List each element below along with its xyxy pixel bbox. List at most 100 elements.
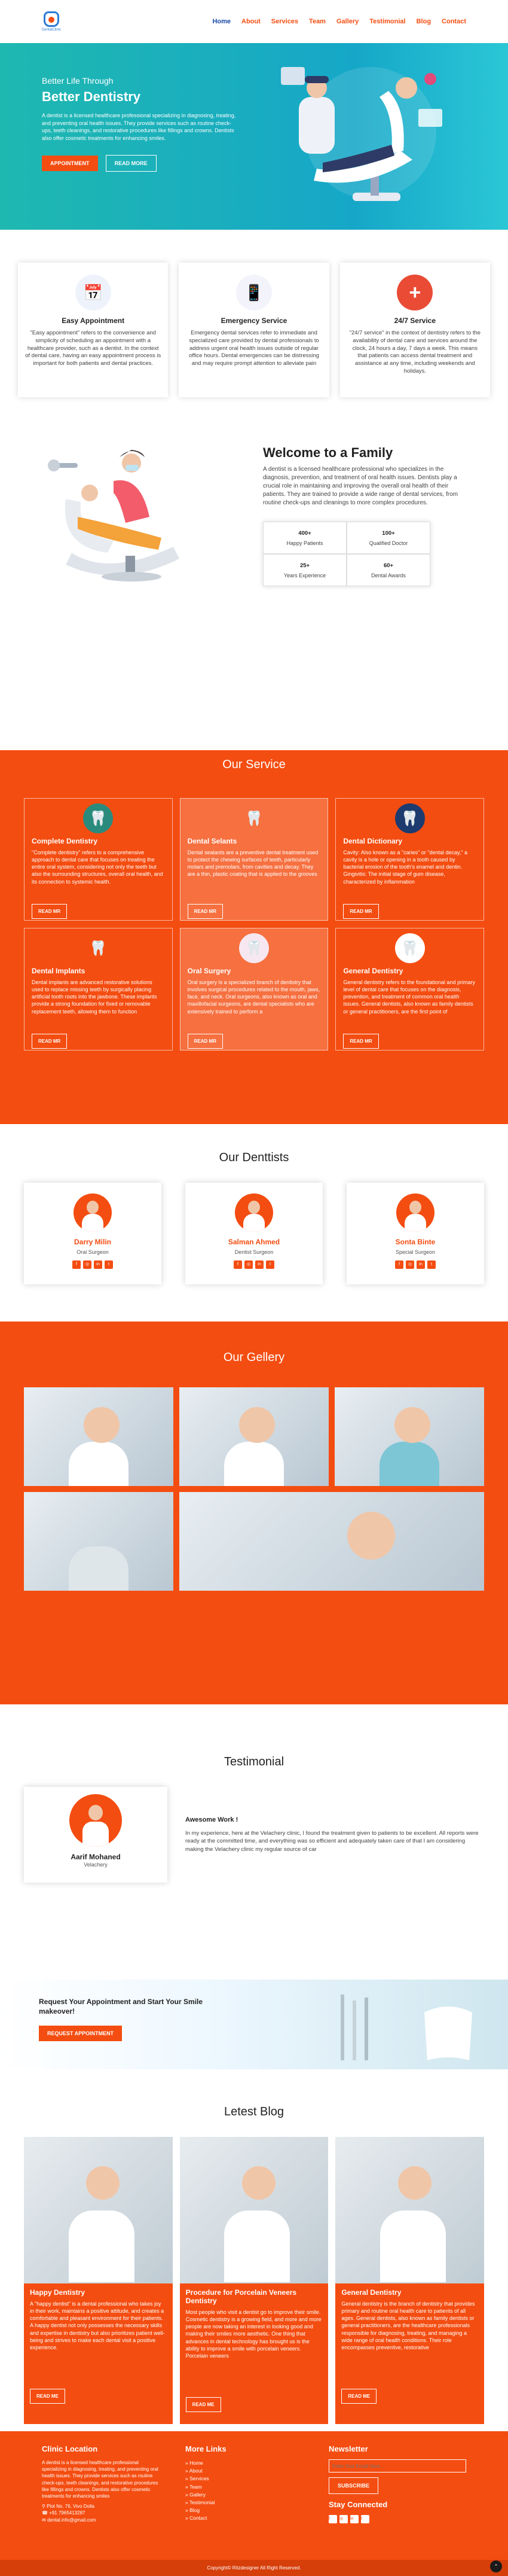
facebook-icon[interactable]: f [234, 1260, 242, 1269]
calendar-icon: 📅 [75, 275, 111, 310]
newsletter-email-input[interactable] [329, 2459, 466, 2473]
navbar: DentalClinic Home About Services Team Ga… [0, 0, 508, 43]
brand-logo[interactable]: DentalClinic [42, 11, 61, 32]
service-card-title: General Dentistry [343, 967, 403, 975]
appointment-text: Request Your Appointment and Start Your … [39, 1998, 203, 2015]
service-card-title: Dental Dictionary [343, 837, 403, 845]
read-more-button[interactable]: READ MR [32, 1034, 68, 1049]
read-more-button[interactable]: READ MR [187, 1034, 223, 1049]
dentist-name: Darry Milin [74, 1238, 111, 1246]
tooth-dictionary-icon: 🦷 [394, 803, 425, 833]
features-section: 📅 Easy Appointment "Easy appointment" re… [0, 230, 508, 427]
location-icon: ⚲ [42, 2504, 47, 2510]
footer-link[interactable]: Testimonial [189, 2499, 215, 2505]
nav-testimonial[interactable]: Testimonial [369, 18, 405, 25]
nav-about[interactable]: About [241, 18, 261, 25]
email[interactable]: dental.info@gmail.com [47, 2517, 96, 2523]
medical-cross-icon: + [397, 275, 433, 310]
brand-name: DentalClinic [42, 28, 62, 32]
instagram-icon[interactable]: ◎ [244, 1260, 253, 1269]
gallery-image[interactable] [179, 1492, 484, 1591]
blog-section: Letest Blog Happy Dentistry A "happy den… [0, 2069, 508, 2431]
appointment-button[interactable]: APPOINTMENT [42, 156, 98, 172]
gallery-image[interactable] [335, 1387, 484, 1486]
facebook-icon[interactable]: f [329, 2515, 337, 2523]
gallery-image[interactable] [24, 1387, 173, 1486]
stat-box: 25+ Years Experience [263, 554, 347, 586]
footer-link[interactable]: About [189, 2468, 203, 2474]
read-more-button[interactable]: READ MR [32, 904, 68, 919]
read-more-button[interactable]: READ ME [30, 2389, 65, 2404]
oral-surgery-icon: 🦷 [238, 933, 269, 963]
footer-link[interactable]: Gallery [189, 2492, 206, 2498]
blog-card: Happy Dentistry A "happy dentist" is a d… [24, 2137, 173, 2424]
dentist-card: Salman Ahmed Dentist Surgeon f ◎ in t [185, 1183, 323, 1284]
instagram-icon[interactable]: ◎ [339, 2515, 348, 2523]
dentist-role: Dentist Surgeon [234, 1249, 274, 1255]
testimonial-person: Aarif Mohaned Velachery [24, 1787, 167, 1883]
subscribe-button[interactable]: SUBSCRIBE [329, 2477, 379, 2494]
feature-title: Emergency Service [221, 316, 287, 325]
footer-link[interactable]: Team [189, 2484, 202, 2490]
read-more-button[interactable]: READ MR [343, 904, 379, 919]
nav-contact[interactable]: Contact [442, 18, 466, 25]
facebook-icon[interactable]: f [395, 1260, 403, 1269]
nav-team[interactable]: Team [309, 18, 326, 25]
gallery-image[interactable] [24, 1492, 173, 1591]
testimonial-text: In my experience, here at the Velachery … [185, 1830, 479, 1853]
facebook-icon[interactable]: f [72, 1260, 81, 1269]
service-card: 🦷 Dental Implants Dental implants are ad… [24, 928, 173, 1051]
gallery-image[interactable] [179, 1387, 329, 1486]
footer-link[interactable]: Blog [189, 2507, 200, 2513]
nav-gallery[interactable]: Gallery [336, 18, 359, 25]
read-more-button[interactable]: READ MR [187, 904, 223, 919]
avatar [74, 1193, 112, 1232]
linkedin-icon[interactable]: in [94, 1260, 102, 1269]
read-more-button[interactable]: READ ME [185, 2397, 221, 2412]
scroll-top-icon[interactable]: ⌃ [490, 2560, 502, 2572]
instagram-icon[interactable]: ◎ [83, 1260, 91, 1269]
service-card-text: Dental sealants are a preventive dental … [187, 849, 319, 878]
service-card-title: Dental Implants [32, 967, 85, 975]
avatar [396, 1193, 434, 1232]
read-more-button[interactable]: READ ME [341, 2389, 377, 2404]
footer-link[interactable]: Contact [189, 2515, 207, 2521]
twitter-icon[interactable]: t [266, 1260, 274, 1269]
dentist-grid: Darry Milin Oral Surgeon f ◎ in t Salman Ah… [0, 1165, 508, 1284]
twitter-icon[interactable]: t [105, 1260, 113, 1269]
instagram-icon[interactable]: ◎ [406, 1260, 414, 1269]
nav-services[interactable]: Services [271, 18, 298, 25]
footer-link[interactable]: Services [189, 2475, 209, 2481]
more-links-title: More Links [185, 2444, 227, 2453]
social-links: f ◎ in t [347, 1260, 484, 1269]
nav-home[interactable]: Home [212, 18, 231, 25]
dentist-card: Darry Milin Oral Surgeon f ◎ in t [24, 1183, 161, 1284]
dentist-name: Sonta Binte [395, 1238, 436, 1246]
hero-section: Better Life Through Better Dentistry A d… [0, 43, 508, 230]
dental-chair-illustration [281, 67, 442, 201]
dentist-role: Special Surgeon [395, 1249, 436, 1255]
linkedin-icon[interactable]: in [255, 1260, 264, 1269]
general-tooth-icon: 🦷 [394, 933, 425, 963]
service-card-text: Cavity: Also known as a "caries" or "den… [343, 849, 468, 885]
footer-social-links: f ◎ in t [329, 2515, 466, 2523]
stat-value: 400+ [298, 529, 311, 537]
twitter-icon[interactable]: t [361, 2515, 369, 2523]
linkedin-icon[interactable]: in [350, 2515, 359, 2523]
footer-link[interactable]: Home [189, 2460, 203, 2466]
feature-text: Emergency dental services refer to immed… [189, 330, 319, 367]
stat-label: Dental Awards [371, 572, 406, 578]
blog-card-title: Happy Dentistry [30, 2288, 85, 2297]
read-more-button[interactable]: READ MR [343, 1034, 379, 1049]
request-appointment-button[interactable]: REQUEST APPOINTMENT [39, 2026, 123, 2042]
linkedin-icon[interactable]: in [417, 1260, 425, 1269]
newsletter-title: Newsletter [329, 2444, 368, 2453]
twitter-icon[interactable]: t [427, 1260, 436, 1269]
service-grid: 🦷 Complete Dentistry "Complete dentistry… [24, 798, 484, 1051]
testimonial-heading: Awesome Work ! [185, 1816, 238, 1824]
stat-label: Years Experience [283, 572, 326, 578]
blog-card: Procedure for Porcelain Veneers Dentistr… [179, 2137, 329, 2424]
service-card: 🦷 General Dentistry General dentistry re… [335, 928, 484, 1051]
nav-blog[interactable]: Blog [417, 18, 431, 25]
read-more-button[interactable]: READ MORE [105, 155, 157, 172]
